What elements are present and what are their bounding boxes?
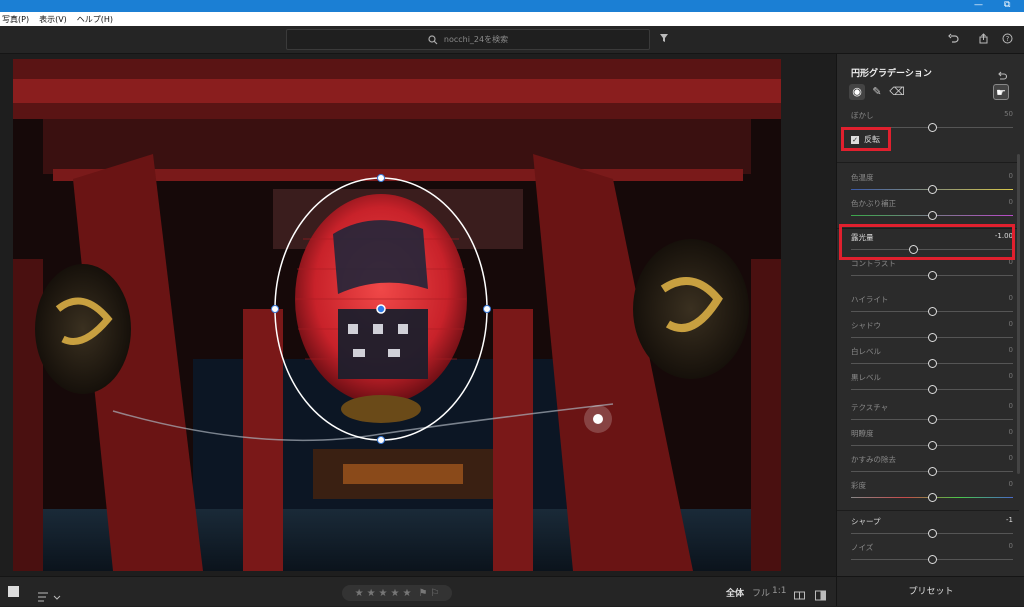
slider-knob[interactable] (928, 441, 937, 450)
star-icon[interactable]: ★ (379, 588, 388, 599)
texture-value: 0 (1008, 402, 1013, 410)
search-icon (428, 34, 438, 44)
color-temp-value: 0 (1008, 172, 1013, 180)
dehaze-slider[interactable]: かすみの除去 0 (851, 454, 1015, 476)
divider (837, 162, 1019, 163)
clarity-value: 0 (1008, 428, 1013, 436)
menu-view[interactable]: 表示(V) (39, 14, 67, 25)
grid-view-icon[interactable] (8, 586, 19, 597)
sort-icon[interactable] (38, 587, 62, 606)
slider-knob[interactable] (928, 271, 937, 280)
star-icon[interactable]: ★ (367, 588, 376, 599)
highlight-box (841, 127, 891, 151)
color-temp-slider[interactable]: 色温度 0 (851, 172, 1015, 194)
brush-add-icon[interactable]: ◉ (849, 84, 865, 100)
panel-scrollbar[interactable] (1017, 154, 1020, 474)
slider-knob[interactable] (928, 415, 937, 424)
bottom-bar: ★ ★ ★ ★ ★ ⚑ ⚐ 全体 フル 1:1 (0, 576, 836, 606)
slider-knob[interactable] (928, 211, 937, 220)
slider-knob[interactable] (928, 333, 937, 342)
shadows-slider[interactable]: シャドウ 0 (851, 320, 1015, 342)
menu-bar: 写真(P) 表示(V) ヘルプ(H) (0, 12, 1024, 26)
eraser-icon[interactable]: ⌫ (889, 84, 905, 100)
color-temp-label: 色温度 (851, 173, 874, 182)
photo[interactable] (13, 59, 781, 571)
minimize-button[interactable]: — (974, 0, 983, 11)
sharpness-slider[interactable]: シャープ -1 (851, 516, 1015, 538)
slider-knob[interactable] (928, 493, 937, 502)
star-rating[interactable]: ★ ★ ★ ★ ★ ⚑ ⚐ (342, 585, 452, 601)
share-icon[interactable] (976, 33, 990, 47)
highlight-box (839, 224, 1015, 260)
top-toolbar: nocchi_24を検索 ? (0, 26, 1024, 54)
noise-label: ノイズ (851, 543, 874, 552)
photo-image (13, 59, 781, 571)
dehaze-value: 0 (1008, 454, 1013, 462)
reject-flag-icon[interactable]: ⚐ (430, 588, 439, 599)
slider-knob[interactable] (928, 359, 937, 368)
slider-knob[interactable] (928, 307, 937, 316)
search-input[interactable]: nocchi_24を検索 (286, 29, 650, 50)
slider-knob[interactable] (928, 555, 937, 564)
noise-slider[interactable]: ノイズ 0 (851, 542, 1015, 564)
feather-slider[interactable]: ぼかし 50 (851, 110, 1015, 132)
slider-knob[interactable] (928, 385, 937, 394)
mask-overlay-icon[interactable]: ☛ (993, 84, 1009, 100)
slider-knob[interactable] (928, 185, 937, 194)
help-icon[interactable]: ? (1000, 33, 1014, 47)
before-after-icon[interactable] (815, 586, 826, 605)
star-icon[interactable]: ★ (391, 588, 400, 599)
sharpness-label: シャープ (851, 517, 881, 526)
texture-slider[interactable]: テクスチャ 0 (851, 402, 1015, 424)
view-fill-button[interactable]: フル (752, 586, 770, 599)
flag-icon[interactable]: ⚑ (418, 588, 427, 599)
svg-text:?: ? (1005, 35, 1009, 43)
view-fit-button[interactable]: 全体 (726, 586, 744, 599)
whites-label: 白レベル (851, 347, 881, 356)
edit-panel: 円形グラデーション ◉ ✎ ⌫ ☛ ぼかし 50 ✓ 反転 色温度 0 色かぶり補正… (836, 54, 1024, 606)
whites-slider[interactable]: 白レベル 0 (851, 346, 1015, 368)
blacks-value: 0 (1008, 372, 1013, 380)
window-title-bar: — ⧉ (0, 0, 1024, 12)
blacks-label: 黒レベル (851, 373, 881, 382)
menu-photo[interactable]: 写真(P) (2, 14, 29, 25)
saturation-label: 彩度 (851, 481, 866, 490)
slider-knob[interactable] (928, 529, 937, 538)
photo-canvas[interactable] (0, 54, 836, 576)
whites-value: 0 (1008, 346, 1013, 354)
sharpness-value: -1 (1006, 516, 1013, 524)
star-icon[interactable]: ★ (355, 588, 364, 599)
highlights-slider[interactable]: ハイライト 0 (851, 294, 1015, 316)
menu-help[interactable]: ヘルプ(H) (77, 14, 113, 25)
clarity-slider[interactable]: 明瞭度 0 (851, 428, 1015, 450)
preset-button[interactable]: プリセット (837, 576, 1024, 606)
texture-label: テクスチャ (851, 403, 889, 412)
tint-value: 0 (1008, 198, 1013, 206)
slider-knob[interactable] (928, 467, 937, 476)
tint-label: 色かぶり補正 (851, 199, 896, 208)
slider-knob[interactable] (928, 123, 937, 132)
filter-icon[interactable] (657, 33, 671, 47)
clarity-label: 明瞭度 (851, 429, 874, 438)
highlights-value: 0 (1008, 294, 1013, 302)
noise-value: 0 (1008, 542, 1013, 550)
view-1to1-button[interactable]: 1:1 (772, 586, 786, 596)
blacks-slider[interactable]: 黒レベル 0 (851, 372, 1015, 394)
tint-slider[interactable]: 色かぶり補正 0 (851, 198, 1015, 220)
saturation-slider[interactable]: 彩度 0 (851, 480, 1015, 502)
saturation-value: 0 (1008, 480, 1013, 488)
panel-title: 円形グラデーション (851, 69, 932, 79)
shadows-value: 0 (1008, 320, 1013, 328)
highlights-label: ハイライト (851, 295, 889, 304)
divider (837, 510, 1019, 511)
shadows-label: シャドウ (851, 321, 881, 330)
restore-button[interactable]: ⧉ (1004, 0, 1010, 11)
compare-icon[interactable] (794, 586, 805, 605)
dehaze-label: かすみの除去 (851, 455, 896, 464)
undo-icon[interactable] (946, 33, 960, 47)
search-placeholder: nocchi_24を検索 (443, 35, 509, 44)
reset-icon[interactable] (997, 66, 1008, 85)
brush-icon[interactable]: ✎ (869, 84, 885, 100)
star-icon[interactable]: ★ (402, 588, 411, 599)
